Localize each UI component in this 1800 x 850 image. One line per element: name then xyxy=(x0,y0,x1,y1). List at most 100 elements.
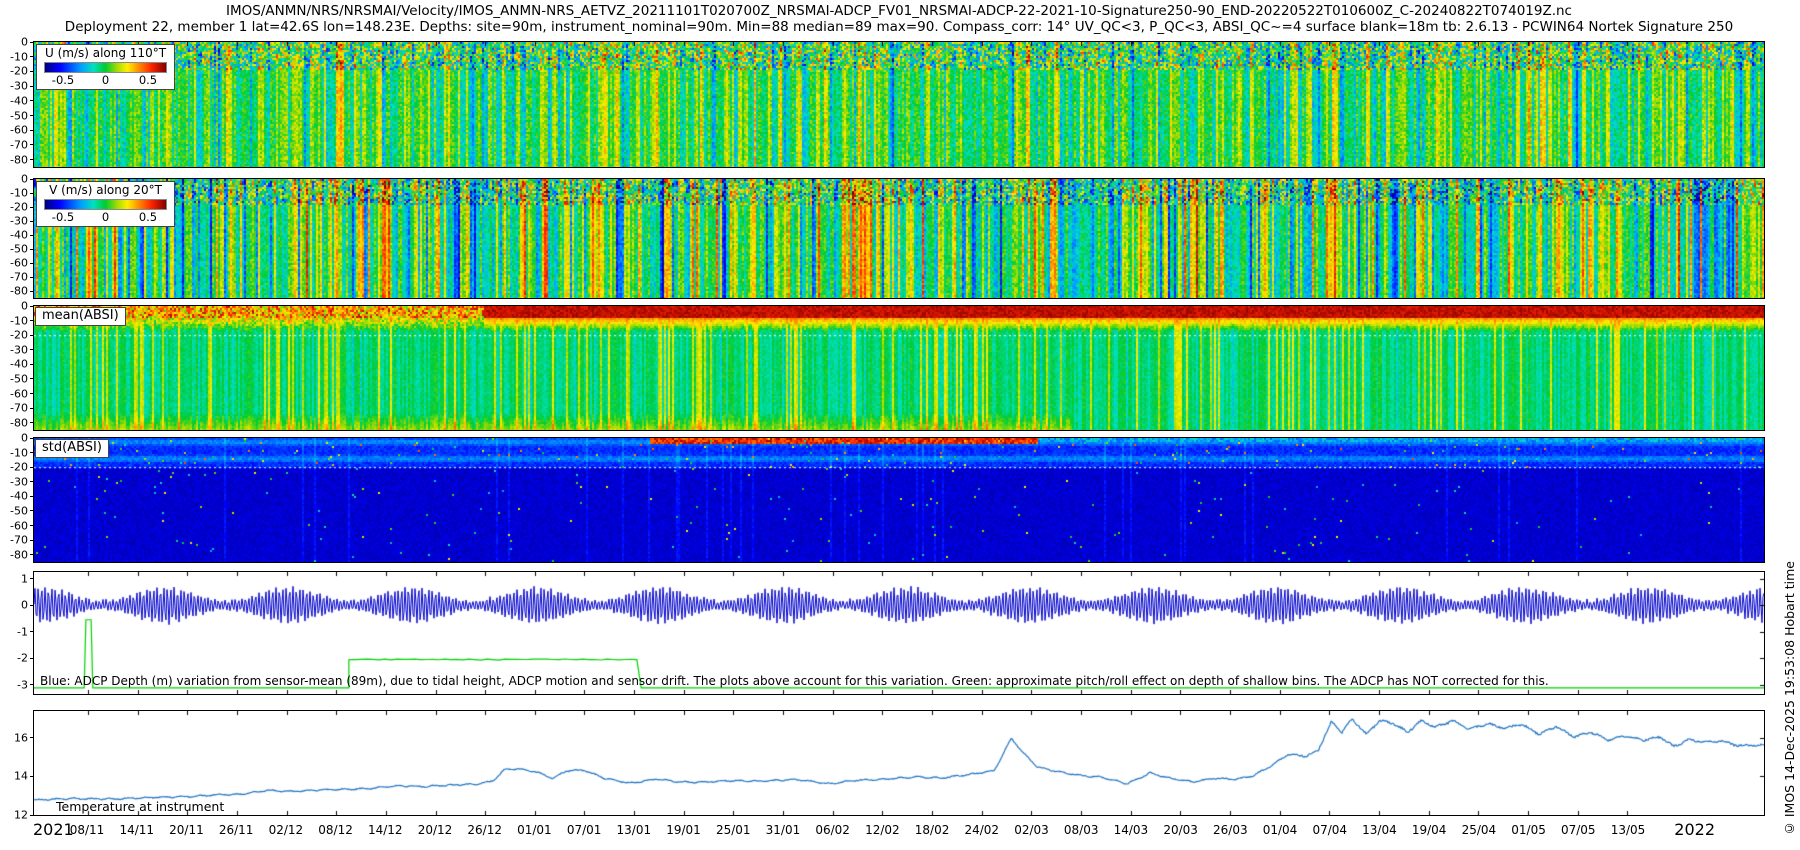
y-tick-mark xyxy=(30,71,34,72)
y-tick-mark xyxy=(30,86,34,87)
x-tick-label: 25/04 xyxy=(1462,823,1497,837)
colorbar-title-v: V (m/s) along 20°T xyxy=(37,183,174,197)
y-tick-mark xyxy=(30,263,34,264)
y-tick-mark xyxy=(30,578,34,579)
y-tick-mark xyxy=(30,159,34,160)
x-tick-label: 13/01 xyxy=(617,823,652,837)
y-tick-label: -50 xyxy=(10,373,28,384)
y-tick-mark xyxy=(30,207,34,208)
x-tick-label: 12/02 xyxy=(865,823,900,837)
panel-std-absi: std(ABSI) 0-10-20-30-40-50-60-70-80 xyxy=(33,437,1765,563)
y-tick-label: 14 xyxy=(14,771,28,782)
y-tick-label: -50 xyxy=(10,244,28,255)
y-tick-label: -70 xyxy=(10,272,28,283)
temperature-label: Temperature at instrument xyxy=(56,799,224,814)
y-tick-label: -60 xyxy=(10,125,28,136)
x-tick-label: 02/12 xyxy=(269,823,304,837)
y-tick-mark xyxy=(30,56,34,57)
y-tick-mark xyxy=(30,525,34,526)
y-tick-mark xyxy=(30,364,34,365)
y-tick-label: -60 xyxy=(10,258,28,269)
y-tick-mark xyxy=(30,193,34,194)
x-tick-label: 20/12 xyxy=(418,823,453,837)
x-axis: 2021 2022 08/1114/1120/1126/1102/1208/12… xyxy=(33,818,1765,846)
y-tick-mark xyxy=(30,277,34,278)
y-tick-label: -80 xyxy=(10,417,28,428)
y-tick-mark xyxy=(30,130,34,131)
y-tick-label: -20 xyxy=(10,462,28,473)
x-tick-label: 26/12 xyxy=(467,823,502,837)
y-tick-mark xyxy=(30,349,34,350)
x-tick-label: 19/01 xyxy=(666,823,701,837)
y-tick-mark xyxy=(30,631,34,632)
x-tick-label: 06/02 xyxy=(815,823,850,837)
y-tick-label: -50 xyxy=(10,110,28,121)
depth-annotation-text: Blue: ADCP Depth (m) variation from sens… xyxy=(40,674,1549,688)
colorbar-tick: 0 xyxy=(102,210,109,224)
y-tick-label: -40 xyxy=(10,230,28,241)
mean-absi-heatmap xyxy=(34,306,1764,430)
y-tick-mark xyxy=(30,179,34,180)
y-tick-mark xyxy=(30,144,34,145)
y-tick-mark xyxy=(30,815,34,816)
y-tick-mark xyxy=(30,510,34,511)
colorbar-gradient-u xyxy=(44,62,167,73)
x-tick-label: 02/03 xyxy=(1014,823,1049,837)
y-tick-label: -3 xyxy=(17,679,28,690)
x-tick-label: 14/12 xyxy=(368,823,403,837)
x-axis-year-left: 2021 xyxy=(33,820,74,839)
x-tick-label: 24/02 xyxy=(964,823,999,837)
y-tick-mark xyxy=(30,605,34,606)
y-tick-mark xyxy=(30,554,34,555)
panel-u-velocity: U (m/s) along 110°T -0.5 0 0.5 0-10-20-3… xyxy=(33,41,1765,168)
x-axis-year-right: 2022 xyxy=(1674,820,1715,839)
y-tick-mark xyxy=(30,496,34,497)
y-tick-label: 0 xyxy=(21,600,28,611)
y-tick-mark xyxy=(30,540,34,541)
x-tick-label: 13/05 xyxy=(1611,823,1646,837)
y-tick-label: -70 xyxy=(10,535,28,546)
y-tick-label: -70 xyxy=(10,403,28,414)
panel-temperature: Temperature at instrument 161412 xyxy=(33,710,1765,816)
x-tick-label: 07/05 xyxy=(1561,823,1596,837)
y-tick-label: -20 xyxy=(10,202,28,213)
y-tick-label: 0 xyxy=(21,174,28,185)
y-tick-label: -80 xyxy=(10,286,28,297)
y-tick-label: -70 xyxy=(10,139,28,150)
panel-v-velocity: V (m/s) along 20°T -0.5 0 0.5 0-10-20-30… xyxy=(33,178,1765,299)
figure-root: { "header": { "line1": "IMOS/ANMN/NRS/NR… xyxy=(0,0,1800,850)
y-tick-label: -80 xyxy=(10,154,28,165)
x-tick-label: 01/01 xyxy=(517,823,552,837)
y-tick-mark xyxy=(30,737,34,738)
y-tick-label: 0 xyxy=(21,433,28,444)
y-tick-label: -10 xyxy=(10,188,28,199)
y-tick-label: -40 xyxy=(10,359,28,370)
v-velocity-heatmap xyxy=(34,179,1764,298)
y-tick-label: -30 xyxy=(10,344,28,355)
colorbar-gradient-v xyxy=(44,199,167,210)
y-tick-label: 0 xyxy=(21,37,28,48)
x-tick-label: 08/03 xyxy=(1064,823,1099,837)
y-tick-label: -2 xyxy=(17,653,28,664)
colorbar-tick: 0 xyxy=(102,73,109,87)
y-tick-mark xyxy=(30,422,34,423)
colorbar-ticks-u: -0.5 0 0.5 xyxy=(37,73,174,87)
y-tick-mark xyxy=(30,438,34,439)
u-velocity-heatmap xyxy=(34,42,1764,167)
imos-credit-vertical-text: © IMOS 14-Dec-2025 19:53:08 Hobart time xyxy=(1782,561,1797,836)
y-tick-label: 16 xyxy=(14,732,28,743)
y-tick-label: -60 xyxy=(10,520,28,531)
y-tick-mark xyxy=(30,452,34,453)
y-tick-label: 1 xyxy=(21,573,28,584)
panel-mean-absi: mean(ABSI) 0-10-20-30-40-50-60-70-80 xyxy=(33,305,1765,431)
y-tick-label: -10 xyxy=(10,447,28,458)
colorbar-legend-u: U (m/s) along 110°T -0.5 0 0.5 xyxy=(36,44,175,90)
x-tick-label: 20/11 xyxy=(169,823,204,837)
x-tick-label: 01/05 xyxy=(1511,823,1546,837)
x-tick-label: 07/04 xyxy=(1312,823,1347,837)
x-tick-label: 31/01 xyxy=(766,823,801,837)
panel-label-mean-absi: mean(ABSI) xyxy=(35,307,126,326)
y-tick-label: 12 xyxy=(14,810,28,821)
y-tick-label: -80 xyxy=(10,549,28,560)
y-tick-label: -20 xyxy=(10,66,28,77)
